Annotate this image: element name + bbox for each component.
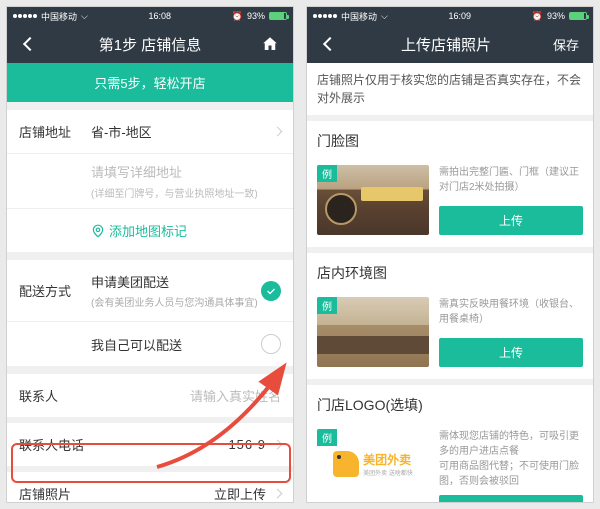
address-label: 店铺地址 bbox=[19, 122, 91, 141]
contact-phone-group: 联系人电话 156 9 bbox=[7, 423, 293, 466]
phone-left: 中国移动 ⌵ 16:08 ⏰ 93% 第1步 店铺信息 只需5步，轻松开店 店铺… bbox=[6, 6, 294, 503]
checked-icon bbox=[261, 281, 281, 301]
upload-button[interactable]: 上传 bbox=[439, 338, 583, 367]
chevron-right-icon bbox=[273, 127, 283, 137]
contact-name-placeholder: 请输入真实姓名 bbox=[91, 386, 281, 405]
map-pin-icon bbox=[91, 224, 105, 238]
home-button[interactable] bbox=[257, 35, 283, 53]
carrier: 中国移动 bbox=[341, 10, 377, 23]
map-tag-cell[interactable]: 添加地图标记 bbox=[7, 209, 293, 252]
back-button[interactable] bbox=[317, 39, 343, 49]
battery-icon bbox=[569, 12, 587, 20]
delivery-group: 配送方式 申请美团配送 (会有美团业务人员与您沟通具体事宜) 我自己可以配送 bbox=[7, 260, 293, 366]
delivery-opt1-hint: (会有美团业务人员与您沟通具体事宜) bbox=[91, 294, 261, 309]
wifi-icon: ⌵ bbox=[381, 11, 388, 22]
section1-title: 门脸图 bbox=[307, 121, 593, 157]
section3-title: 门店LOGO(选填) bbox=[307, 385, 593, 421]
delivery-opt1-wrap: 申请美团配送 (会有美团业务人员与您沟通具体事宜) bbox=[91, 272, 261, 309]
nav-bar: 第1步 店铺信息 bbox=[7, 25, 293, 63]
battery-pct: 93% bbox=[247, 11, 265, 21]
section1-row: 例 需拍出完整门匾、门框（建议正对门店2米处拍摄） 上传 bbox=[307, 157, 593, 247]
alarm-icon: ⏰ bbox=[232, 11, 243, 22]
example-tag: 例 bbox=[317, 297, 337, 314]
contact-phone-label: 联系人电话 bbox=[19, 435, 99, 454]
section1-side: 需拍出完整门匾、门框（建议正对门店2米处拍摄） 上传 bbox=[439, 165, 583, 235]
kangaroo-icon bbox=[333, 451, 359, 477]
chevron-right-icon bbox=[273, 440, 283, 450]
chevron-left-icon bbox=[23, 37, 37, 51]
battery-pct: 93% bbox=[547, 11, 565, 21]
chevron-right-icon bbox=[273, 489, 283, 499]
delivery-opt1-cell[interactable]: 配送方式 申请美团配送 (会有美团业务人员与您沟通具体事宜) bbox=[7, 260, 293, 322]
upload-button[interactable]: 上传 bbox=[439, 495, 583, 503]
address-detail-cell[interactable]: 请填写详细地址 (详细至门牌号，与营业执照地址一致) bbox=[7, 154, 293, 209]
address-detail-placeholder: 请填写详细地址 bbox=[91, 162, 281, 181]
address-group: 店铺地址 省-市-地区 请填写详细地址 (详细至门牌号，与营业执照地址一致) 添… bbox=[7, 110, 293, 252]
unchecked-icon bbox=[261, 334, 281, 354]
nav-title: 上传店铺照片 bbox=[343, 34, 549, 55]
address-detail-hint: (详细至门牌号，与营业执照地址一致) bbox=[91, 185, 281, 200]
section2-row: 例 需真实反映用餐环境（收银台、用餐桌椅） 上传 bbox=[307, 289, 593, 379]
contact-phone-cell[interactable]: 联系人电话 156 9 bbox=[7, 423, 293, 466]
alarm-icon: ⏰ bbox=[532, 11, 543, 22]
photo-cell[interactable]: 店铺照片 立即上传 bbox=[7, 472, 293, 503]
region-value: 省-市-地区 bbox=[91, 122, 266, 141]
section3-side: 需体现您店铺的特色，可吸引更多的用户进店点餐 可用商品图代替；不可使用门脸图，否… bbox=[439, 429, 583, 503]
photo-action: 立即上传 bbox=[91, 484, 266, 503]
notice-text: 店铺照片仅用于核实您的店铺是否真实存在，不会对外展示 bbox=[307, 63, 593, 115]
back-button[interactable] bbox=[17, 39, 43, 49]
delivery-opt1: 申请美团配送 bbox=[91, 272, 261, 291]
section3-desc: 需体现您店铺的特色，可吸引更多的用户进店点餐 可用商品图代替；不可使用门脸图，否… bbox=[439, 429, 583, 489]
wifi-icon: ⌵ bbox=[81, 11, 88, 22]
status-time: 16:08 bbox=[149, 11, 172, 21]
status-bar: 中国移动 ⌵ 16:09 ⏰ 93% bbox=[307, 7, 593, 25]
contact-phone-value: 156 9 bbox=[99, 437, 266, 452]
nav-bar: 上传店铺照片 保存 bbox=[307, 25, 593, 63]
nav-title: 第1步 店铺信息 bbox=[43, 34, 257, 55]
chevron-left-icon bbox=[323, 37, 337, 51]
map-tag-label: 添加地图标记 bbox=[109, 221, 187, 240]
phone-right: 中国移动 ⌵ 16:09 ⏰ 93% 上传店铺照片 保存 店铺照片仅用于核实您的… bbox=[306, 6, 594, 503]
status-bar: 中国移动 ⌵ 16:08 ⏰ 93% bbox=[7, 7, 293, 25]
status-time: 16:09 bbox=[449, 11, 472, 21]
logo-slogan: 美团外卖 送啥都快 bbox=[363, 468, 413, 477]
contact-name-cell[interactable]: 联系人 请输入真实姓名 bbox=[7, 374, 293, 417]
battery-icon bbox=[269, 12, 287, 20]
photo-label: 店铺照片 bbox=[19, 484, 91, 503]
upload-button[interactable]: 上传 bbox=[439, 206, 583, 235]
delivery-opt2: 我自己可以配送 bbox=[91, 335, 261, 354]
example-tag: 例 bbox=[317, 165, 337, 182]
example-tag: 例 bbox=[317, 429, 337, 446]
save-button[interactable]: 保存 bbox=[549, 35, 583, 54]
contact-group: 联系人 请输入真实姓名 bbox=[7, 374, 293, 417]
photo-group: 店铺照片 立即上传 bbox=[7, 472, 293, 503]
delivery-label: 配送方式 bbox=[19, 281, 91, 300]
section1-desc: 需拍出完整门匾、门框（建议正对门店2米处拍摄） bbox=[439, 165, 583, 200]
delivery-opt2-cell[interactable]: 我自己可以配送 bbox=[7, 322, 293, 366]
region-cell[interactable]: 店铺地址 省-市-地区 bbox=[7, 110, 293, 154]
top-banner: 只需5步，轻松开店 bbox=[7, 63, 293, 102]
section3-row: 美团外卖 美团外卖 送啥都快 例 需体现您店铺的特色，可吸引更多的用户进店点餐 … bbox=[307, 421, 593, 503]
section3-thumb[interactable]: 美团外卖 美团外卖 送啥都快 例 bbox=[317, 429, 429, 499]
contact-name-label: 联系人 bbox=[19, 386, 91, 405]
section2-side: 需真实反映用餐环境（收银台、用餐桌椅） 上传 bbox=[439, 297, 583, 367]
section2-desc: 需真实反映用餐环境（收银台、用餐桌椅） bbox=[439, 297, 583, 332]
section1-thumb[interactable]: 例 bbox=[317, 165, 429, 235]
logo-brand: 美团外卖 bbox=[363, 451, 413, 468]
section2-title: 店内环境图 bbox=[307, 253, 593, 289]
carrier: 中国移动 bbox=[41, 10, 77, 23]
section2-thumb[interactable]: 例 bbox=[317, 297, 429, 367]
